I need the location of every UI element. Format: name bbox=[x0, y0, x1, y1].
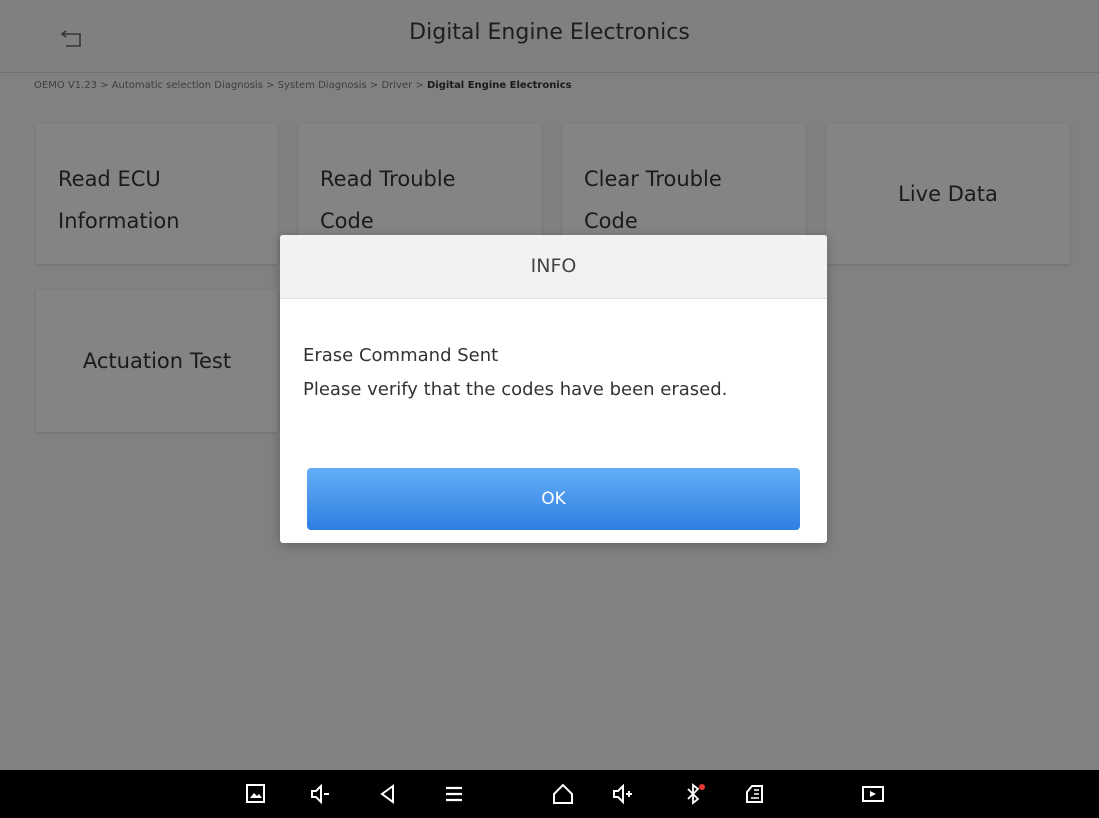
app-window: Digital Engine Electronics OEMO V1.23 > … bbox=[0, 0, 1099, 770]
dialog-title: INFO bbox=[280, 235, 827, 299]
bluetooth-icon[interactable] bbox=[682, 782, 708, 806]
info-dialog: INFO Erase Command Sent Please verify th… bbox=[280, 235, 827, 543]
vci-icon[interactable] bbox=[742, 782, 768, 806]
dialog-message-line1: Erase Command Sent bbox=[303, 345, 499, 366]
screenshot-icon[interactable] bbox=[243, 782, 269, 806]
menu-icon[interactable] bbox=[441, 782, 467, 806]
volume-down-icon[interactable] bbox=[309, 782, 335, 806]
screen-record-icon[interactable] bbox=[860, 782, 886, 806]
home-icon[interactable] bbox=[550, 782, 576, 806]
back-icon[interactable] bbox=[375, 782, 401, 806]
ok-button[interactable]: OK bbox=[307, 468, 800, 530]
system-navigation-bar bbox=[0, 770, 1099, 818]
dialog-message: Erase Command Sent Please verify that th… bbox=[280, 299, 827, 407]
volume-up-icon[interactable] bbox=[611, 782, 637, 806]
dialog-message-line2: Please verify that the codes have been e… bbox=[303, 379, 728, 400]
